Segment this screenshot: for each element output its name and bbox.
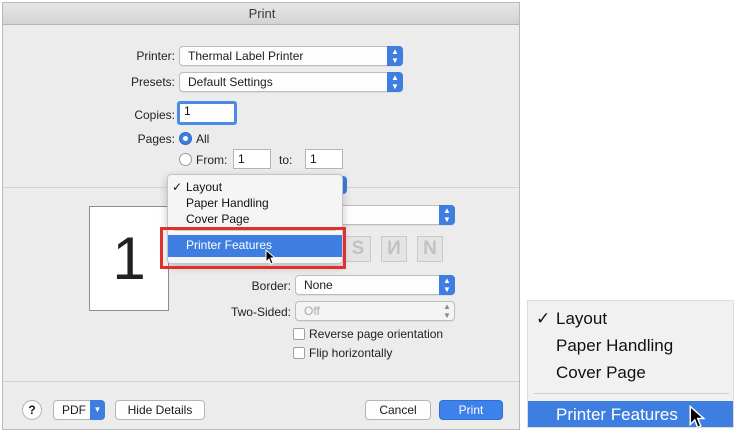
copies-label: Copies: <box>134 108 175 122</box>
pages-from-radio[interactable] <box>179 153 192 166</box>
cancel-button[interactable]: Cancel <box>365 400 431 420</box>
print-dialog: Print Printer: Thermal Label Printer ▲ ▼ … <box>2 2 520 430</box>
border-label: Border: <box>251 279 291 293</box>
layout-pages-select[interactable]: ▲ ▼ <box>333 205 455 225</box>
inset-item-layout: Layout <box>556 309 608 328</box>
inset-item-cover-page: Cover Page <box>556 363 646 382</box>
inset-separator <box>534 393 729 394</box>
inset-item-paper-handling: Paper Handling <box>556 336 674 355</box>
menu-checkmark-icon: ✓ <box>172 180 183 194</box>
menu-item-paper-handling[interactable]: Paper Handling <box>186 196 269 210</box>
inset-mouse-pointer-icon <box>689 405 706 427</box>
layout-direction-n-icon[interactable]: N <box>417 236 443 262</box>
chevron-up-down-icon: ▲ ▼ <box>439 275 455 295</box>
pages-all-label: All <box>196 132 210 146</box>
reverse-page-orientation-label: Reverse page orientation <box>309 327 444 341</box>
pages-to-field[interactable]: 1 <box>305 149 343 169</box>
presets-label: Presets: <box>130 75 175 89</box>
flip-horizontally-checkbox[interactable] <box>293 347 305 359</box>
two-sided-select-value: Off <box>304 304 320 318</box>
help-button[interactable]: ? <box>22 400 42 420</box>
pdf-button-label: PDF <box>62 403 86 417</box>
footer-divider <box>3 381 519 382</box>
page-preview: 1 <box>89 206 169 311</box>
border-select[interactable]: None ▲ ▼ <box>295 275 455 295</box>
menu-item-layout[interactable]: Layout <box>186 180 222 194</box>
printer-label: Printer: <box>136 49 175 63</box>
pages-from-label: From: <box>196 153 228 167</box>
flip-horizontally-label: Flip horizontally <box>309 346 393 360</box>
highlight-box <box>160 227 346 269</box>
pages-to-label: to: <box>279 153 293 167</box>
two-sided-select[interactable]: Off ▲ ▼ <box>295 301 455 321</box>
chevron-up-down-icon: ▲ ▼ <box>387 46 403 66</box>
presets-select[interactable]: Default Settings ▲ ▼ <box>179 72 403 92</box>
print-button[interactable]: Print <box>439 400 503 420</box>
inset-checkmark-icon: ✓ <box>536 309 551 328</box>
two-sided-label: Two-Sided: <box>230 305 291 319</box>
chevron-up-down-icon: ▲ ▼ <box>387 72 403 92</box>
mouse-pointer-icon <box>265 249 276 265</box>
pdf-button[interactable]: PDF ▼ <box>53 400 105 420</box>
window-title: Print <box>3 3 519 25</box>
pages-label: Pages: <box>137 132 175 146</box>
menu-item-cover-page[interactable]: Cover Page <box>186 212 249 226</box>
border-select-value: None <box>304 278 333 292</box>
pages-all-radio[interactable] <box>179 132 192 145</box>
chevron-down-icon: ▼ <box>90 400 105 420</box>
inset-item-printer-features-label: Printer Features <box>556 405 678 424</box>
chevron-up-down-icon: ▲ ▼ <box>443 302 451 320</box>
layout-direction-s-icon[interactable]: S <box>345 236 371 262</box>
presets-select-value: Default Settings <box>188 75 273 89</box>
layout-direction-reverse-n-icon[interactable]: И <box>381 236 407 262</box>
printer-select[interactable]: Thermal Label Printer ▲ ▼ <box>179 46 403 66</box>
copies-field[interactable]: 1 <box>177 101 237 125</box>
chevron-up-down-icon: ▲ ▼ <box>439 205 455 225</box>
pages-from-field[interactable]: 1 <box>233 149 271 169</box>
hide-details-button[interactable]: Hide Details <box>115 400 205 420</box>
zoomed-menu-inset: ✓ Layout Paper Handling Cover Page Print… <box>527 300 734 428</box>
reverse-page-orientation-checkbox[interactable] <box>293 328 305 340</box>
printer-select-value: Thermal Label Printer <box>188 49 304 63</box>
